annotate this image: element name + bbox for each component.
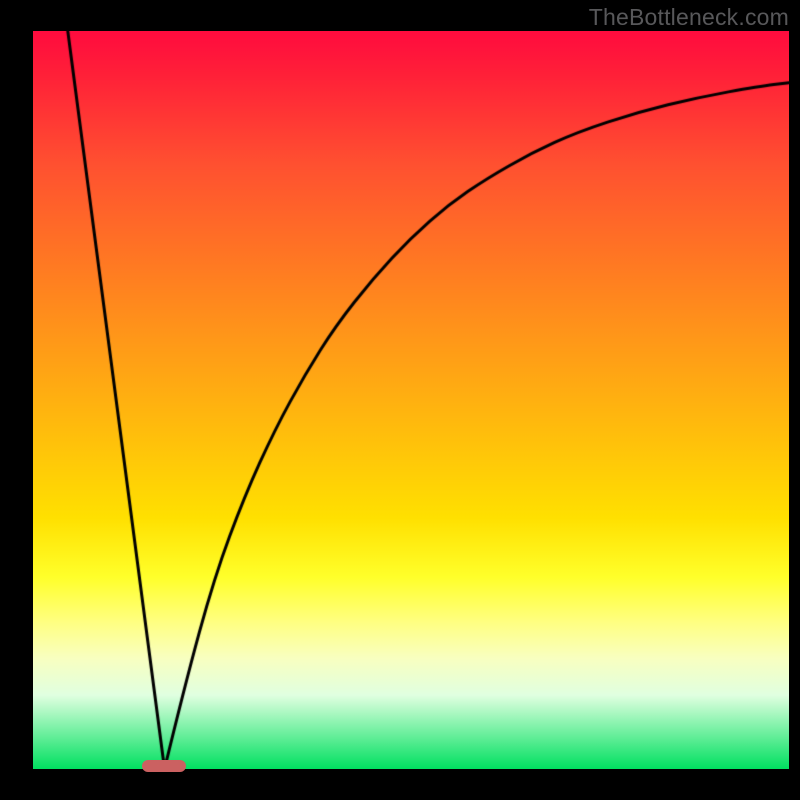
watermark-text: TheBottleneck.com xyxy=(589,4,789,31)
minimum-marker xyxy=(142,760,186,772)
chart-curve xyxy=(0,0,800,800)
